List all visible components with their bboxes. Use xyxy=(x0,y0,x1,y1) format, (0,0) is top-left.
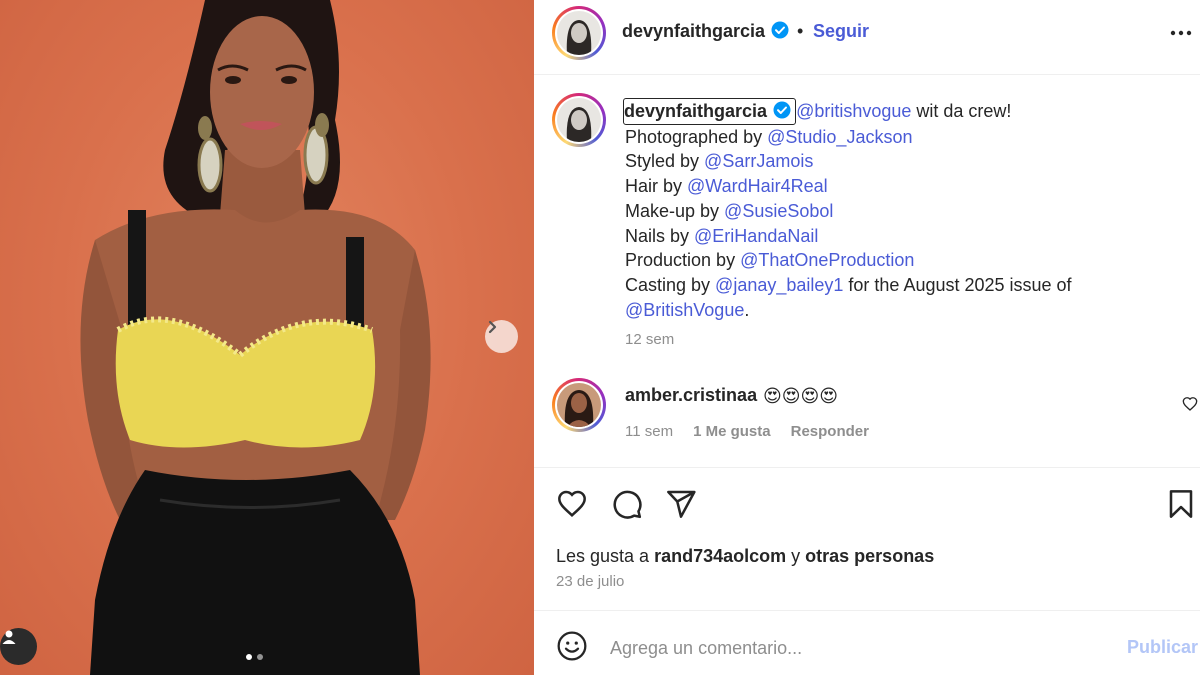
caption-credit-line: Nails by @EriHandaNail xyxy=(625,224,1185,249)
chevron-right-icon xyxy=(488,320,497,334)
like-button[interactable] xyxy=(555,488,589,525)
caption-credit-line: Styled by @SarrJamois xyxy=(625,149,1185,174)
comment-text: 😍😍😍😍 xyxy=(763,386,839,406)
caption-credit-line: Photographed by @Studio_Jackson xyxy=(625,125,1185,150)
publish-button[interactable]: Publicar xyxy=(1127,637,1198,658)
mention-link[interactable]: @EriHandaNail xyxy=(694,226,818,246)
caption-credit-line: Hair by @WardHair4Real xyxy=(625,174,1185,199)
share-button[interactable] xyxy=(664,488,698,525)
comment-button[interactable] xyxy=(610,488,644,525)
save-button[interactable] xyxy=(1165,488,1197,525)
mention-link[interactable]: @janay_bailey1 xyxy=(715,275,843,295)
user-tag-icon xyxy=(2,630,16,644)
tagged-users-button[interactable] xyxy=(0,628,37,665)
next-photo-button[interactable] xyxy=(485,320,518,353)
header-divider xyxy=(534,74,1200,75)
mention-link[interactable]: @ThatOneProduction xyxy=(740,250,914,270)
caption-timestamp[interactable]: 12 sem xyxy=(625,331,674,348)
credit-label: Nails by xyxy=(625,225,695,246)
caption-text: wit da crew! xyxy=(911,101,1012,121)
likes-middle: y xyxy=(786,546,806,566)
likes-others-link[interactable]: otras personas xyxy=(805,546,934,566)
mention-link[interactable]: @WardHair4Real xyxy=(687,176,828,196)
follow-button[interactable]: Seguir xyxy=(813,21,869,42)
credit-label: Make-up by xyxy=(625,200,725,221)
mention-link[interactable]: @BritishVogue xyxy=(625,300,744,320)
author-username[interactable]: devynfaithgarcia xyxy=(622,21,765,41)
heart-icon xyxy=(558,490,586,518)
likes-user-link[interactable]: rand734aolcom xyxy=(654,546,786,566)
carousel-dot-active xyxy=(246,654,252,660)
share-icon xyxy=(667,490,696,518)
commenter-avatar[interactable] xyxy=(552,378,606,432)
more-horizontal-icon xyxy=(1170,30,1192,36)
caption-final-line: @BritishVogue. xyxy=(625,298,1185,323)
comment-meta: 11 sem 1 Me gusta Responder xyxy=(625,423,869,440)
credit-label: Photographed by xyxy=(625,126,768,147)
emoji-picker-button[interactable] xyxy=(556,630,588,667)
comments-divider xyxy=(534,467,1200,468)
likes-summary: Les gusta a rand734aolcom y otras person… xyxy=(556,546,934,567)
avatar-image xyxy=(557,98,601,142)
mention-link[interactable]: @SarrJamois xyxy=(704,151,813,171)
like-comment-button[interactable] xyxy=(1182,396,1198,417)
mention-link[interactable]: @Studio_Jackson xyxy=(767,127,912,147)
caption-author[interactable]: devynfaithgarcia xyxy=(623,98,797,125)
caption-credit-line: Production by @ThatOneProduction xyxy=(625,248,1185,273)
emoji-icon xyxy=(557,631,587,661)
verified-badge-icon xyxy=(773,101,791,119)
verified-badge-icon xyxy=(771,21,789,39)
comment-icon xyxy=(613,490,642,519)
caption-text: . xyxy=(744,299,750,320)
carousel-dots xyxy=(246,654,263,660)
post-photo[interactable] xyxy=(0,0,534,675)
caption-author-username[interactable]: devynfaithgarcia xyxy=(624,101,767,121)
heart-icon xyxy=(1182,397,1198,411)
bookmark-icon xyxy=(1169,490,1193,518)
reply-button[interactable]: Responder xyxy=(791,423,869,440)
header-separator: • xyxy=(797,21,804,41)
caption-first-line: devynfaithgarcia @britishvogue wit da cre… xyxy=(623,98,1185,125)
caption-credit-line: Make-up by @SusieSobol xyxy=(625,199,1185,224)
mention-link[interactable]: @britishvogue xyxy=(796,101,911,121)
credit-label: Hair by xyxy=(625,176,688,197)
caption-author-avatar[interactable] xyxy=(552,93,606,147)
post-details-panel: devynfaithgarcia • Seguir devynfaithgarc… xyxy=(534,0,1200,675)
credit-label: Styled by xyxy=(625,151,705,172)
credit-label: Production by xyxy=(625,250,741,271)
add-comment-divider xyxy=(534,610,1200,611)
avatar-image xyxy=(557,11,601,55)
avatar-image xyxy=(557,383,601,427)
post-image xyxy=(80,0,431,675)
mention-link[interactable]: @SusieSobol xyxy=(724,201,833,221)
post-caption: devynfaithgarcia @britishvogue wit da cre… xyxy=(623,98,1185,323)
add-comment-input[interactable] xyxy=(610,634,1090,662)
more-options-button[interactable] xyxy=(1170,22,1192,49)
likes-prefix: Les gusta a xyxy=(556,546,655,566)
comment-likes-count[interactable]: 1 Me gusta xyxy=(693,423,771,440)
header-author[interactable]: devynfaithgarcia xyxy=(622,21,789,42)
author-avatar[interactable] xyxy=(552,6,606,60)
commenter-username[interactable]: amber.cristinaa xyxy=(625,385,757,406)
post-date[interactable]: 23 de julio xyxy=(556,573,624,590)
carousel-dot xyxy=(257,654,263,660)
caption-text: for the August 2025 issue of xyxy=(843,274,1072,295)
caption-casting-line: Casting by @janay_bailey1 for the August… xyxy=(625,273,1185,298)
credit-label: Casting by xyxy=(625,274,716,295)
comment-timestamp[interactable]: 11 sem xyxy=(625,423,673,440)
